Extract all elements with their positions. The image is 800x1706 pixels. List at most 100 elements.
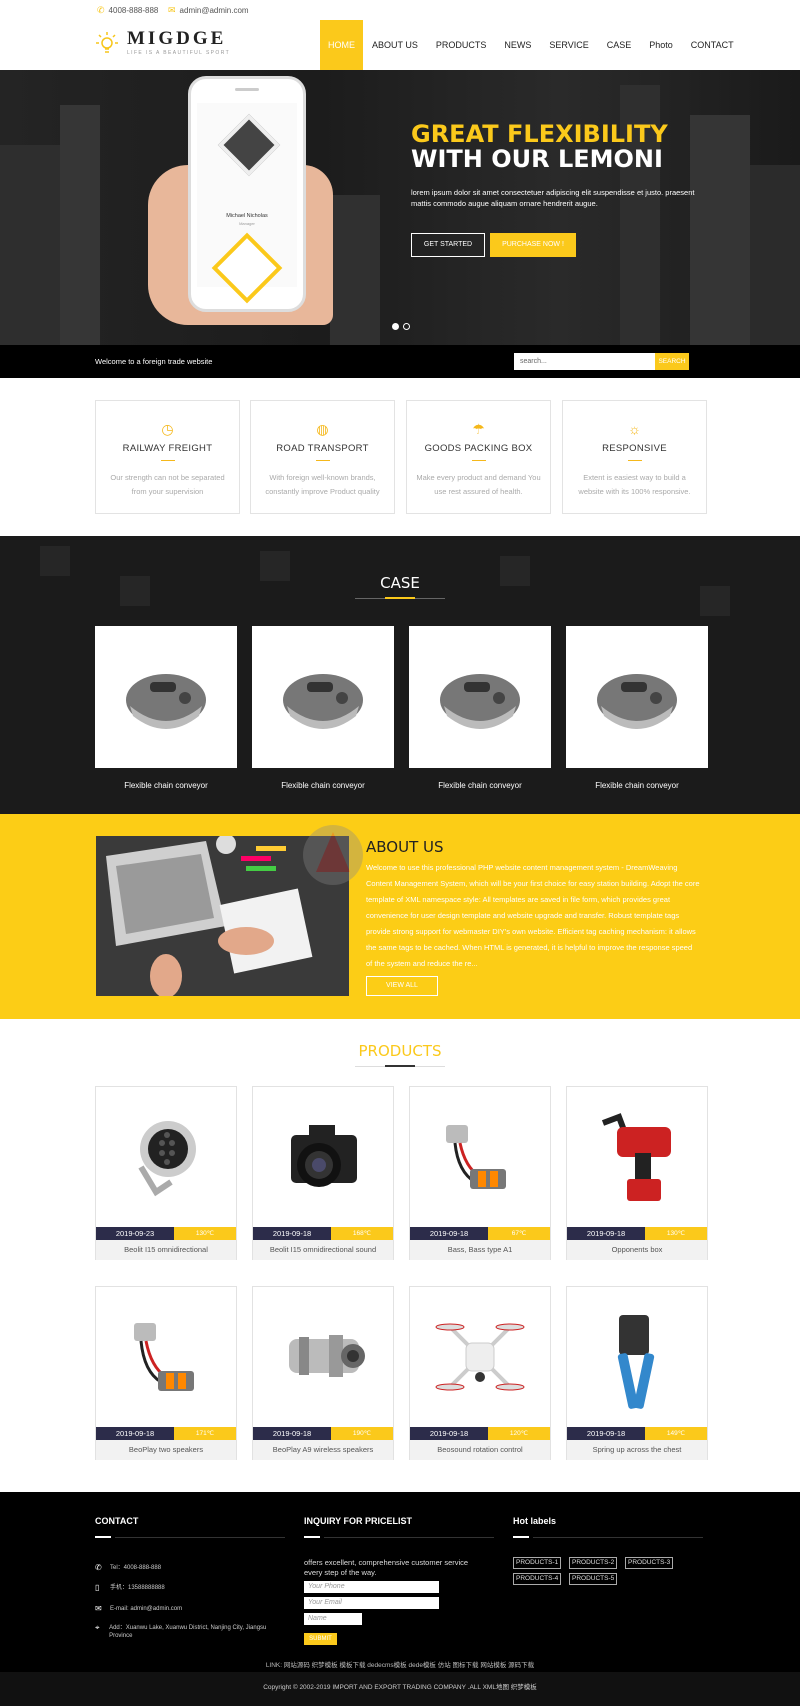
product-name[interactable]: Spring up across the chest (567, 1440, 707, 1460)
product-name[interactable]: Beosound rotation control (410, 1440, 550, 1460)
logo-tagline: LIFE IS A BEAUTIFUL SPORT (127, 50, 231, 56)
get-started-button[interactable]: GET STARTED (411, 233, 485, 257)
drone-image (435, 1323, 525, 1391)
case-section: CASE Flexible chain conveyor Flexible ch… (0, 536, 800, 814)
feature-card[interactable]: ◷ RAILWAY FREIGHT Our strength can not b… (95, 400, 240, 514)
product-temp: 171℃ (174, 1427, 236, 1440)
tag-link[interactable]: PRODUCTS-1 (513, 1557, 562, 1569)
logo[interactable]: MIGDGE LIFE IS A BEAUTIFUL SPORT (95, 29, 230, 56)
nav-home[interactable]: HOME (320, 20, 363, 70)
lightbulb-logo-icon (95, 31, 119, 55)
conveyor-image (126, 674, 206, 729)
product-name[interactable]: Beolit I15 omnidirectional (96, 1240, 236, 1260)
product-card[interactable]: 2019-09-18 120℃ Beosound rotation contro… (409, 1286, 551, 1460)
divider (513, 1536, 529, 1538)
city-building (750, 165, 800, 345)
product-date: 2019-09-18 (567, 1227, 645, 1240)
product-card[interactable]: 2019-09-18 190℃ BeoPlay A9 wireless spea… (252, 1286, 394, 1460)
phone-field[interactable]: Your Phone (304, 1581, 439, 1593)
tag-link[interactable]: PRODUCTS-3 (625, 1557, 674, 1569)
product-name[interactable]: BeoPlay A9 wireless speakers (253, 1440, 393, 1460)
floodlight-image (138, 1121, 196, 1197)
profile-name: Michael Nicholas (226, 213, 268, 219)
nav-photo[interactable]: Photo (640, 20, 682, 70)
phone-icon: ✆ (95, 1563, 102, 1572)
product-name[interactable]: Beolit I15 omnidirectional sound (253, 1240, 393, 1260)
conveyor-image (440, 674, 520, 729)
inquiry-heading: INQUIRY FOR PRICELIST (304, 1516, 413, 1526)
product-temp: 67℃ (488, 1227, 550, 1240)
email-field[interactable]: Your Email (304, 1597, 439, 1609)
case-item[interactable] (252, 626, 394, 768)
feature-card[interactable]: ☼ RESPONSIVE Extent is easiest way to bu… (562, 400, 707, 514)
contact-mobile: ▯ 手机：13588888888 (95, 1583, 165, 1592)
logo-text: MIGDGE (127, 28, 227, 49)
city-building (330, 195, 380, 345)
nav-about-us[interactable]: ABOUT US (363, 20, 427, 70)
product-card[interactable]: 2019-09-18 67℃ Bass, Bass type A1 (409, 1086, 551, 1260)
city-building (60, 105, 100, 345)
case-caption[interactable]: Flexible chain conveyor (566, 781, 708, 790)
contact-address: ⌖ Add：Xuanwu Lake, Xuanwu District, Nanji… (95, 1623, 267, 1640)
product-name[interactable]: BeoPlay two speakers (96, 1440, 236, 1460)
product-card[interactable]: 2019-09-18 149℃ Spring up across the che… (566, 1286, 708, 1460)
case-caption[interactable]: Flexible chain conveyor (95, 781, 237, 790)
case-caption[interactable]: Flexible chain conveyor (409, 781, 551, 790)
product-name[interactable]: Opponents box (567, 1240, 707, 1260)
name-field[interactable]: Name (304, 1613, 362, 1625)
camera-image (291, 1125, 357, 1187)
case-item[interactable] (566, 626, 708, 768)
nav-service[interactable]: SERVICE (540, 20, 597, 70)
submit-button[interactable]: SUBMIT (304, 1633, 337, 1645)
product-card[interactable]: 2019-09-23 130℃ Beolit I15 omnidirection… (95, 1086, 237, 1260)
nav-products[interactable]: PRODUCTS (427, 20, 496, 70)
tag-link[interactable]: PRODUCTS-2 (569, 1557, 618, 1569)
divider (95, 1536, 111, 1538)
product-card[interactable]: 2019-09-18 171℃ BeoPlay two speakers (95, 1286, 237, 1460)
conveyor-image (597, 674, 677, 729)
connector-image (446, 1125, 506, 1189)
top-phone: ✆ 4008-888-888 (97, 5, 159, 15)
top-email[interactable]: ✉ admin@admin.com (168, 5, 249, 16)
slider-dot[interactable] (392, 323, 399, 330)
mobile-icon: ▯ (95, 1583, 100, 1592)
background-tile (40, 546, 70, 576)
hero-text: lorem ipsum dolor sit amet consectetuer … (411, 188, 695, 208)
top-bar: ✆ 4008-888-888 ✉ admin@admin.com (0, 0, 800, 20)
contact-email[interactable]: ✉ E-mail: admin@admin.com (95, 1605, 182, 1613)
search-input[interactable]: search... (514, 353, 655, 370)
tag-link[interactable]: PRODUCTS-4 (513, 1573, 562, 1585)
divider-accent (385, 1065, 415, 1067)
case-title: CASE (380, 574, 420, 592)
product-name[interactable]: Bass, Bass type A1 (410, 1240, 550, 1260)
product-card[interactable]: 2019-09-18 168℃ Beolit I15 omnidirection… (252, 1086, 394, 1260)
conveyor-image (283, 674, 363, 729)
avatar (217, 113, 281, 177)
product-card[interactable]: 2019-09-18 130℃ Opponents box (566, 1086, 708, 1260)
purchase-now-button[interactable]: PURCHASE NOW ! (490, 233, 576, 257)
product-temp: 168℃ (331, 1227, 393, 1240)
nav-case[interactable]: CASE (598, 20, 641, 70)
phone-icon: ✆ (97, 5, 105, 15)
hero-title: GREAT FLEXIBILITY WITH OUR LEMONI (411, 120, 668, 173)
coupling-image (289, 1335, 365, 1377)
search-button[interactable]: SEARCH (655, 353, 689, 370)
city-building (0, 145, 60, 345)
feature-card[interactable]: ◍ ROAD TRANSPORT With foreign well-known… (250, 400, 395, 514)
divider (160, 460, 175, 461)
tag-link[interactable]: PRODUCTS-5 (569, 1573, 618, 1585)
friend-links[interactable]: LINK: 网站源码 织梦模板 模板下载 dedecms模板 dede模板 仿站… (0, 1659, 800, 1669)
divider (115, 1537, 285, 1538)
case-item[interactable] (95, 626, 237, 768)
feature-card[interactable]: ☂ GOODS PACKING BOX Make every product a… (406, 400, 551, 514)
case-item[interactable] (409, 626, 551, 768)
nav-contact[interactable]: CONTACT (682, 20, 743, 70)
crimping-tool-image (617, 1315, 655, 1409)
slider-dot[interactable] (403, 323, 410, 330)
nav-news[interactable]: NEWS (495, 20, 540, 70)
product-temp: 149℃ (645, 1427, 707, 1440)
lightbulb-icon: ☼ (628, 421, 641, 437)
case-caption[interactable]: Flexible chain conveyor (252, 781, 394, 790)
main-nav: HOME ABOUT US PRODUCTS NEWS SERVICE CASE… (320, 20, 743, 70)
view-all-button[interactable]: VIEW ALL (366, 976, 438, 996)
